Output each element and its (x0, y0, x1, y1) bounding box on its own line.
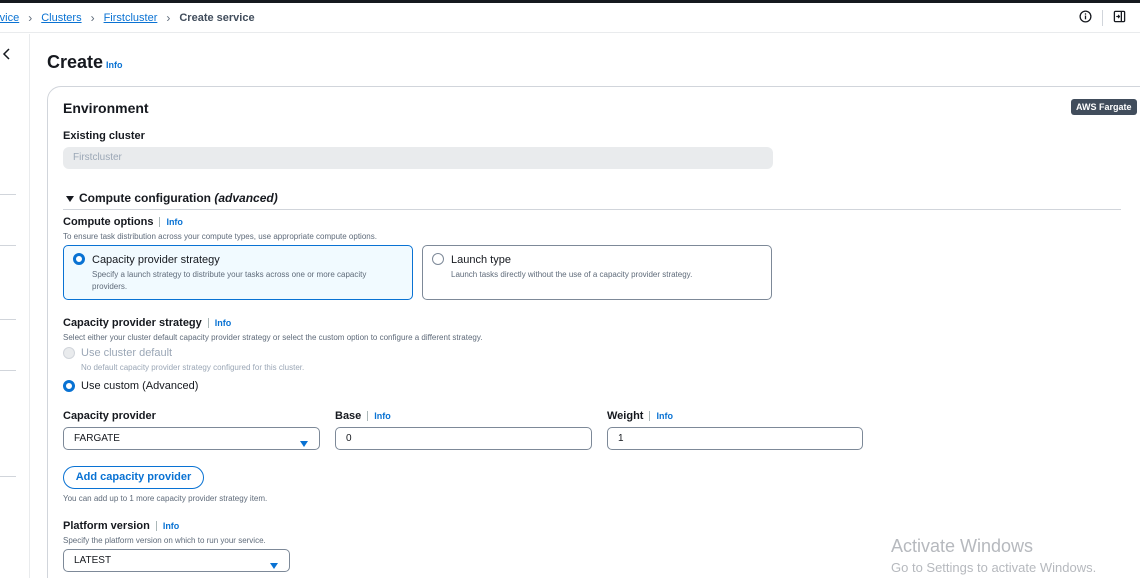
rail-divider (0, 194, 16, 195)
platform-version-select-value: LATEST (74, 555, 112, 566)
launch-badge: AWS Fargate (1071, 99, 1137, 115)
tile-capacity-provider-strategy-desc: Specify a launch strategy to distribute … (92, 270, 367, 291)
option-use-cluster-default: Use cluster default (63, 347, 172, 359)
activation-watermark-subtitle: Go to Settings to activate Windows. (891, 560, 1097, 575)
tile-capacity-provider-strategy-title: Capacity provider strategy (92, 254, 220, 266)
caret-down-icon (65, 193, 75, 207)
capacity-provider-select-value: FARGATE (74, 433, 120, 444)
capacity-provider-select[interactable]: FARGATE (63, 427, 320, 450)
capacity-provider-strategy-description: Select either your cluster default capac… (63, 333, 483, 342)
existing-cluster-field: Firstcluster (63, 147, 773, 169)
weight-info-link[interactable]: Info (649, 411, 673, 421)
radio-checked-icon (63, 380, 75, 392)
rail-divider (0, 476, 16, 477)
capacity-provider-strategy-label: Capacity provider strategy Info (63, 317, 231, 329)
weight-label-text: Weight (607, 410, 644, 422)
breadcrumb-separator-icon: › (28, 11, 33, 25)
compute-options-description: To ensure task distribution across your … (63, 232, 377, 241)
compute-options-label-text: Compute options (63, 216, 154, 228)
breadcrumb-current: Create service (179, 12, 255, 24)
platform-version-info-link[interactable]: Info (155, 521, 179, 531)
breadcrumb-separator-icon: › (90, 11, 95, 25)
compute-configuration-title: Compute configuration (advanced) (79, 191, 278, 205)
compute-configuration-title-text: Compute configuration (79, 191, 211, 205)
chevron-left-icon[interactable] (2, 47, 12, 64)
capacity-provider-strategy-info-link[interactable]: Info (207, 318, 231, 328)
tile-capacity-provider-strategy[interactable]: Capacity provider strategy Specify a lau… (63, 245, 413, 300)
page-title: Create (47, 52, 104, 72)
breadcrumb-link-service[interactable]: rvice (0, 12, 19, 24)
radio-launch-type[interactable] (432, 253, 444, 268)
platform-version-label-text: Platform version (63, 520, 150, 532)
tile-launch-type[interactable]: Launch type Launch tasks directly withou… (422, 245, 772, 300)
add-capacity-provider-button[interactable]: Add capacity provider (63, 466, 204, 489)
compute-options-label: Compute options Info (63, 216, 183, 228)
option-use-cluster-default-desc: No default capacity provider strategy co… (81, 363, 305, 372)
platform-version-select[interactable]: LATEST (63, 549, 290, 572)
tile-launch-type-desc: Launch tasks directly without the use of… (451, 270, 693, 279)
toolbar-divider (1102, 10, 1103, 26)
breadcrumb-link-clusters[interactable]: Clusters (41, 12, 81, 24)
capacity-provider-label: Capacity provider (63, 410, 156, 422)
caret-down-icon (269, 557, 279, 578)
compute-configuration-toggle[interactable]: Compute configuration (advanced) (63, 190, 1121, 210)
breadcrumb-link-firstcluster[interactable]: Firstcluster (104, 12, 158, 24)
environment-title: Environment (63, 100, 149, 116)
radio-capacity-provider-strategy[interactable] (73, 253, 85, 268)
option-use-custom-label: Use custom (Advanced) (81, 380, 199, 392)
compute-configuration-title-suffix: (advanced) (214, 191, 278, 205)
radio-checked-icon (73, 253, 85, 265)
option-use-custom[interactable]: Use custom (Advanced) (63, 380, 198, 392)
rail-divider (0, 319, 16, 320)
info-circle-icon[interactable] (1079, 10, 1092, 26)
tile-launch-type-title: Launch type (451, 254, 511, 266)
breadcrumb-separator-icon: › (166, 11, 171, 25)
radio-disabled-icon (63, 347, 75, 359)
top-right-tools (1079, 10, 1126, 26)
weight-input[interactable]: 1 (607, 427, 863, 450)
rail-divider (0, 370, 16, 371)
navigation-rail (0, 34, 30, 578)
caret-down-icon (299, 435, 309, 456)
option-use-cluster-default-label: Use cluster default (81, 347, 173, 359)
capacity-provider-strategy-label-text: Capacity provider strategy (63, 317, 202, 329)
base-input[interactable]: 0 (335, 427, 592, 450)
platform-version-description: Specify the platform version on which to… (63, 536, 266, 545)
radio-unchecked-icon (432, 253, 444, 265)
split-panel-icon[interactable] (1113, 10, 1126, 26)
platform-version-label: Platform version Info (63, 520, 179, 532)
existing-cluster-label: Existing cluster (63, 130, 145, 142)
base-label: Base Info (335, 410, 391, 422)
weight-label: Weight Info (607, 410, 673, 422)
base-label-text: Base (335, 410, 362, 422)
add-capacity-provider-hint: You can add up to 1 more capacity provid… (63, 494, 268, 503)
compute-options-info-link[interactable]: Info (159, 217, 183, 227)
page-title-info-link[interactable]: Info (106, 60, 123, 70)
breadcrumb-bar: rvice › Clusters › Firstcluster › Create… (0, 3, 1140, 33)
activation-watermark-title: Activate Windows (891, 536, 1034, 556)
base-info-link[interactable]: Info (367, 411, 391, 421)
breadcrumb: rvice › Clusters › Firstcluster › Create… (0, 11, 255, 25)
rail-divider (0, 245, 16, 246)
